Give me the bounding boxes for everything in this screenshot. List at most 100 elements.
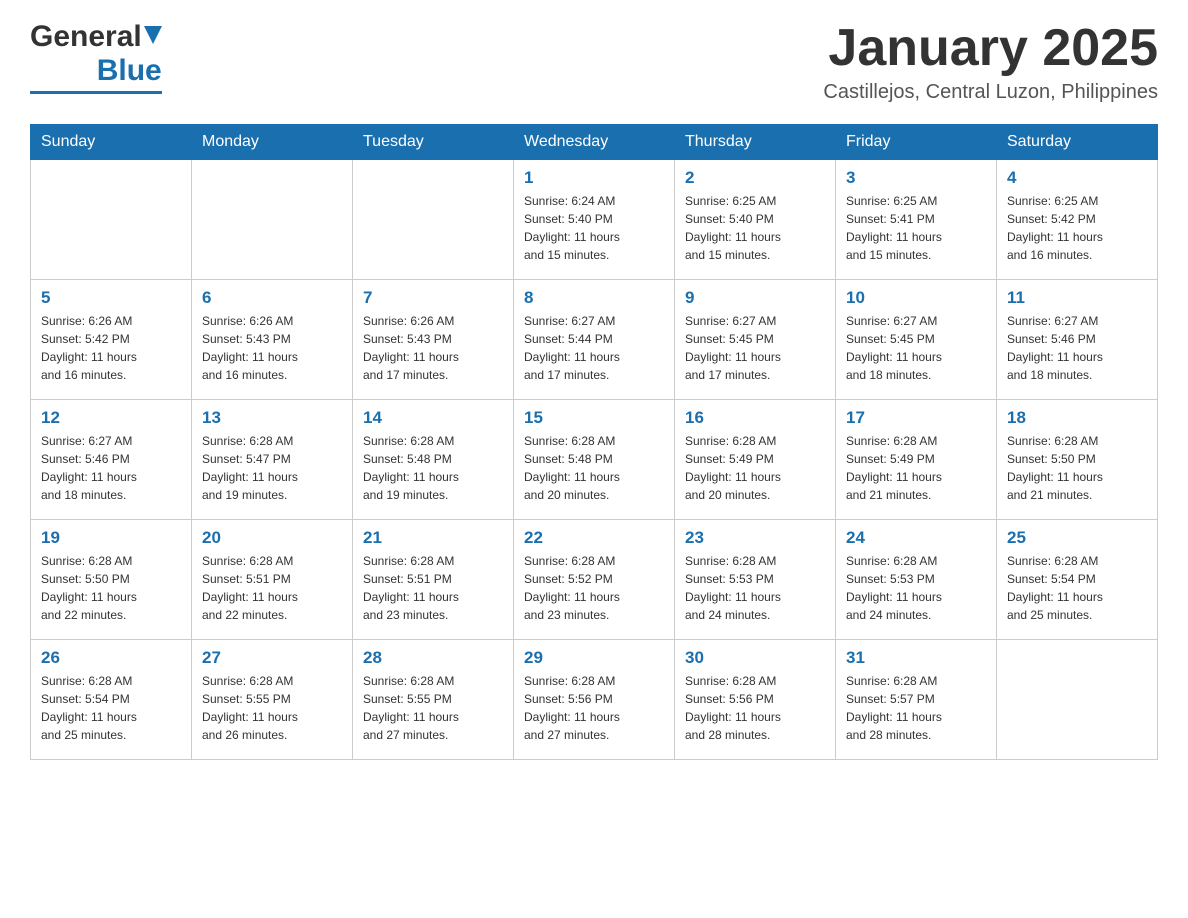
calendar-cell: 28 Sunrise: 6:28 AM Sunset: 5:55 PM Dayli… [353, 640, 514, 760]
day-number: 6 [202, 288, 342, 308]
day-header-monday: Monday [192, 125, 353, 160]
day-number: 13 [202, 408, 342, 428]
day-info: Sunrise: 6:28 AM Sunset: 5:49 PM Dayligh… [846, 432, 986, 504]
day-info: Sunrise: 6:24 AM Sunset: 5:40 PM Dayligh… [524, 192, 664, 264]
calendar-cell: 18 Sunrise: 6:28 AM Sunset: 5:50 PM Dayli… [997, 400, 1158, 520]
calendar-cell: 22Sunrise: 6:28 AM Sunset: 5:52 PM Dayli… [514, 520, 675, 640]
day-info: Sunrise: 6:28 AM Sunset: 5:56 PM Dayligh… [524, 672, 664, 744]
calendar-cell: 16 Sunrise: 6:28 AM Sunset: 5:49 PM Dayli… [675, 400, 836, 520]
page-header: General Blue January 2025 Castillejos, C… [30, 20, 1158, 104]
calendar-cell [31, 160, 192, 280]
day-number: 14 [363, 408, 503, 428]
day-number: 21 [363, 528, 503, 548]
calendar-week-4: 19Sunrise: 6:28 AM Sunset: 5:50 PM Dayli… [31, 520, 1158, 640]
day-number: 18 [1007, 408, 1147, 428]
calendar-cell: 5 Sunrise: 6:26 AM Sunset: 5:42 PM Daylig… [31, 280, 192, 400]
day-header-wednesday: Wednesday [514, 125, 675, 160]
calendar-cell: 31Sunrise: 6:28 AM Sunset: 5:57 PM Dayli… [836, 640, 997, 760]
day-number: 29 [524, 648, 664, 668]
calendar-cell: 13 Sunrise: 6:28 AM Sunset: 5:47 PM Dayli… [192, 400, 353, 520]
day-number: 26 [41, 648, 181, 668]
day-header-thursday: Thursday [675, 125, 836, 160]
calendar-cell: 4Sunrise: 6:25 AM Sunset: 5:42 PM Daylig… [997, 160, 1158, 280]
day-header-saturday: Saturday [997, 125, 1158, 160]
day-info: Sunrise: 6:28 AM Sunset: 5:48 PM Dayligh… [524, 432, 664, 504]
day-info: Sunrise: 6:26 AM Sunset: 5:42 PM Dayligh… [41, 312, 181, 384]
day-info: Sunrise: 6:28 AM Sunset: 5:52 PM Dayligh… [524, 552, 664, 624]
day-info: Sunrise: 6:28 AM Sunset: 5:51 PM Dayligh… [363, 552, 503, 624]
day-number: 23 [685, 528, 825, 548]
logo-underline [30, 91, 162, 94]
day-number: 8 [524, 288, 664, 308]
calendar-cell: 8 Sunrise: 6:27 AM Sunset: 5:44 PM Daylig… [514, 280, 675, 400]
calendar-cell: 21 Sunrise: 6:28 AM Sunset: 5:51 PM Dayli… [353, 520, 514, 640]
day-info: Sunrise: 6:28 AM Sunset: 5:50 PM Dayligh… [41, 552, 181, 624]
day-header-tuesday: Tuesday [353, 125, 514, 160]
day-number: 24 [846, 528, 986, 548]
day-info: Sunrise: 6:28 AM Sunset: 5:54 PM Dayligh… [41, 672, 181, 744]
day-info: Sunrise: 6:28 AM Sunset: 5:53 PM Dayligh… [846, 552, 986, 624]
calendar-cell: 19Sunrise: 6:28 AM Sunset: 5:50 PM Dayli… [31, 520, 192, 640]
calendar-cell: 24 Sunrise: 6:28 AM Sunset: 5:53 PM Dayli… [836, 520, 997, 640]
day-info: Sunrise: 6:28 AM Sunset: 5:47 PM Dayligh… [202, 432, 342, 504]
day-info: Sunrise: 6:27 AM Sunset: 5:46 PM Dayligh… [41, 432, 181, 504]
calendar-week-3: 12 Sunrise: 6:27 AM Sunset: 5:46 PM Dayli… [31, 400, 1158, 520]
title-section: January 2025 Castillejos, Central Luzon,… [823, 20, 1158, 104]
day-info: Sunrise: 6:28 AM Sunset: 5:48 PM Dayligh… [363, 432, 503, 504]
day-info: Sunrise: 6:28 AM Sunset: 5:50 PM Dayligh… [1007, 432, 1147, 504]
day-number: 16 [685, 408, 825, 428]
calendar-cell: 14 Sunrise: 6:28 AM Sunset: 5:48 PM Dayli… [353, 400, 514, 520]
calendar-cell: 25 Sunrise: 6:28 AM Sunset: 5:54 PM Dayli… [997, 520, 1158, 640]
calendar-cell: 27Sunrise: 6:28 AM Sunset: 5:55 PM Dayli… [192, 640, 353, 760]
day-info: Sunrise: 6:28 AM Sunset: 5:53 PM Dayligh… [685, 552, 825, 624]
logo-general: General [30, 20, 142, 54]
day-info: Sunrise: 6:28 AM Sunset: 5:49 PM Dayligh… [685, 432, 825, 504]
day-number: 28 [363, 648, 503, 668]
calendar-cell: 20Sunrise: 6:28 AM Sunset: 5:51 PM Dayli… [192, 520, 353, 640]
logo: General Blue [30, 20, 162, 94]
day-number: 7 [363, 288, 503, 308]
day-number: 4 [1007, 168, 1147, 188]
day-info: Sunrise: 6:27 AM Sunset: 5:45 PM Dayligh… [846, 312, 986, 384]
calendar-cell: 7Sunrise: 6:26 AM Sunset: 5:43 PM Daylig… [353, 280, 514, 400]
calendar-cell: 1 Sunrise: 6:24 AM Sunset: 5:40 PM Daylig… [514, 160, 675, 280]
day-info: Sunrise: 6:27 AM Sunset: 5:45 PM Dayligh… [685, 312, 825, 384]
day-number: 2 [685, 168, 825, 188]
calendar-cell [997, 640, 1158, 760]
calendar-week-2: 5 Sunrise: 6:26 AM Sunset: 5:42 PM Daylig… [31, 280, 1158, 400]
day-number: 10 [846, 288, 986, 308]
calendar-cell: 6 Sunrise: 6:26 AM Sunset: 5:43 PM Daylig… [192, 280, 353, 400]
day-info: Sunrise: 6:25 AM Sunset: 5:41 PM Dayligh… [846, 192, 986, 264]
day-info: Sunrise: 6:28 AM Sunset: 5:54 PM Dayligh… [1007, 552, 1147, 624]
calendar-cell: 23 Sunrise: 6:28 AM Sunset: 5:53 PM Dayli… [675, 520, 836, 640]
calendar-cell: 9 Sunrise: 6:27 AM Sunset: 5:45 PM Daylig… [675, 280, 836, 400]
day-info: Sunrise: 6:28 AM Sunset: 5:55 PM Dayligh… [363, 672, 503, 744]
calendar-cell: 11Sunrise: 6:27 AM Sunset: 5:46 PM Dayli… [997, 280, 1158, 400]
day-number: 9 [685, 288, 825, 308]
day-info: Sunrise: 6:27 AM Sunset: 5:44 PM Dayligh… [524, 312, 664, 384]
day-header-friday: Friday [836, 125, 997, 160]
calendar-cell: 29 Sunrise: 6:28 AM Sunset: 5:56 PM Dayli… [514, 640, 675, 760]
day-info: Sunrise: 6:26 AM Sunset: 5:43 PM Dayligh… [202, 312, 342, 384]
day-number: 30 [685, 648, 825, 668]
day-number: 12 [41, 408, 181, 428]
day-number: 17 [846, 408, 986, 428]
day-number: 1 [524, 168, 664, 188]
day-info: Sunrise: 6:25 AM Sunset: 5:40 PM Dayligh… [685, 192, 825, 264]
day-info: Sunrise: 6:28 AM Sunset: 5:51 PM Dayligh… [202, 552, 342, 624]
calendar-cell: 10 Sunrise: 6:27 AM Sunset: 5:45 PM Dayli… [836, 280, 997, 400]
day-number: 25 [1007, 528, 1147, 548]
month-title: January 2025 [823, 20, 1158, 77]
calendar-table: SundayMondayTuesdayWednesdayThursdayFrid… [30, 124, 1158, 760]
calendar-cell: 15 Sunrise: 6:28 AM Sunset: 5:48 PM Dayli… [514, 400, 675, 520]
logo-blue: Blue [97, 54, 162, 88]
calendar-cell: 2 Sunrise: 6:25 AM Sunset: 5:40 PM Daylig… [675, 160, 836, 280]
calendar-cell: 12 Sunrise: 6:27 AM Sunset: 5:46 PM Dayli… [31, 400, 192, 520]
day-number: 5 [41, 288, 181, 308]
day-number: 3 [846, 168, 986, 188]
day-info: Sunrise: 6:28 AM Sunset: 5:55 PM Dayligh… [202, 672, 342, 744]
day-number: 15 [524, 408, 664, 428]
calendar-cell: 17 Sunrise: 6:28 AM Sunset: 5:49 PM Dayli… [836, 400, 997, 520]
location: Castillejos, Central Luzon, Philippines [823, 81, 1158, 104]
calendar-cell: 30Sunrise: 6:28 AM Sunset: 5:56 PM Dayli… [675, 640, 836, 760]
